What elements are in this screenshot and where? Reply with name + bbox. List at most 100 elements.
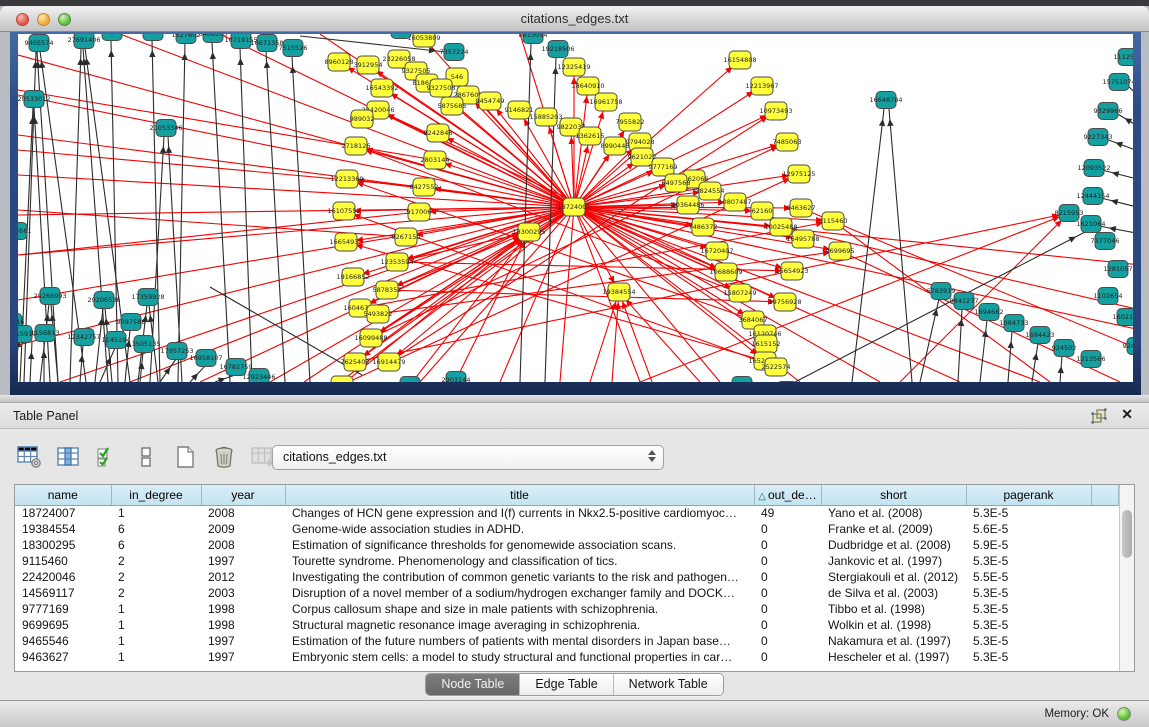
column-header-out_de[interactable]: △out_de… xyxy=(754,485,821,505)
table-cell[interactable]: 19384554 xyxy=(15,521,111,537)
table-cell[interactable]: Embryonic stem cells: a model to study s… xyxy=(285,649,754,665)
table-cell[interactable]: 0 xyxy=(754,617,821,633)
table-cell[interactable]: Disruption of a novel member of a sodium… xyxy=(285,585,754,601)
table-cell[interactable]: Genome-wide association studies in ADHD. xyxy=(285,521,754,537)
table-cell[interactable]: 2008 xyxy=(201,537,285,553)
show-columns-check-icon[interactable] xyxy=(94,444,120,470)
table-cell[interactable]: Stergiakouli et al. (2012) xyxy=(821,569,966,585)
table-cell[interactable]: 2003 xyxy=(201,585,285,601)
table-cell[interactable]: 9465546 xyxy=(15,633,111,649)
table-row[interactable]: 946362711997Embryonic stem cells: a mode… xyxy=(15,649,1119,665)
tab-network-table[interactable]: Network Table xyxy=(614,674,723,695)
table-cell[interactable]: Changes of HCN gene expression and I(f) … xyxy=(285,505,754,521)
table-cell[interactable]: 0 xyxy=(754,537,821,553)
table-cell[interactable]: 9115460 xyxy=(15,553,111,569)
table-row[interactable]: 1938455462009Genome-wide association stu… xyxy=(15,521,1119,537)
table-row[interactable]: 1830029562008Estimation of significance … xyxy=(15,537,1119,553)
table-cell[interactable]: 1 xyxy=(111,505,201,521)
table-cell[interactable]: Nakamura et al. (1997) xyxy=(821,633,966,649)
table-cell[interactable]: 6 xyxy=(111,521,201,537)
table-cell[interactable]: 9463627 xyxy=(15,649,111,665)
table-cell[interactable]: 0 xyxy=(754,553,821,569)
table-cell[interactable]: 5.9E-5 xyxy=(966,537,1091,553)
memory-ok-indicator[interactable] xyxy=(1117,707,1131,721)
table-cell[interactable]: 49 xyxy=(754,505,821,521)
table-cell[interactable]: 2008 xyxy=(201,505,285,521)
table-cell[interactable]: 18724007 xyxy=(15,505,111,521)
row-height-icon[interactable] xyxy=(133,444,159,470)
table-cell[interactable]: 0 xyxy=(754,521,821,537)
table-cell[interactable]: 2 xyxy=(111,553,201,569)
table-cell[interactable]: 1 xyxy=(111,617,201,633)
table-cell[interactable]: 1 xyxy=(111,601,201,617)
table-cell[interactable]: 18300295 xyxy=(15,537,111,553)
table-row[interactable]: 911546021997Tourette syndrome. Phenomeno… xyxy=(15,553,1119,569)
table-cell[interactable]: 0 xyxy=(754,601,821,617)
panel-divider-handle[interactable]: ▲ xyxy=(0,395,1149,403)
table-cell[interactable]: 5.3E-5 xyxy=(966,649,1091,665)
table-cell[interactable]: Jankovic et al. (1997) xyxy=(821,553,966,569)
table-cell[interactable]: 5.3E-5 xyxy=(966,585,1091,601)
column-header-pagerank[interactable]: pagerank xyxy=(966,485,1091,505)
table-cell[interactable]: Estimation of significance thresholds fo… xyxy=(285,537,754,553)
table-cell[interactable]: Wolkin et al. (1998) xyxy=(821,617,966,633)
delete-column-trash-icon[interactable] xyxy=(211,444,237,470)
table-cell[interactable]: 5.5E-5 xyxy=(966,569,1091,585)
table-row[interactable]: 977716911998Corpus callosum shape and si… xyxy=(15,601,1119,617)
table-scrollbar[interactable] xyxy=(1119,485,1134,671)
table-cell[interactable]: Structural magnetic resonance image aver… xyxy=(285,617,754,633)
table-cell[interactable]: 5.6E-5 xyxy=(966,521,1091,537)
network-node[interactable] xyxy=(391,34,411,39)
table-cell[interactable]: 2 xyxy=(111,569,201,585)
table-cell[interactable]: 14569117 xyxy=(15,585,111,601)
table-cell[interactable]: 1998 xyxy=(201,617,285,633)
table-cell[interactable]: 2012 xyxy=(201,569,285,585)
column-header-short[interactable]: short xyxy=(821,485,966,505)
table-cell[interactable]: 0 xyxy=(754,585,821,601)
network-canvas[interactable]: 8960128391295423226058932750581863285461… xyxy=(18,34,1133,382)
table-cell[interactable]: 9777169 xyxy=(15,601,111,617)
scrollbar-thumb[interactable] xyxy=(1122,510,1132,558)
table-selector-dropdown[interactable]: citations_edges.txt xyxy=(272,445,664,470)
table-cell[interactable]: 1 xyxy=(111,633,201,649)
table-cell[interactable]: 0 xyxy=(754,649,821,665)
column-header-in_degree[interactable]: in_degree xyxy=(111,485,201,505)
table-cell[interactable]: 0 xyxy=(754,569,821,585)
column-header-title[interactable]: title xyxy=(285,485,754,505)
table-cell[interactable]: Tibbo et al. (1998) xyxy=(821,601,966,617)
tab-node-table[interactable]: Node Table xyxy=(426,674,520,695)
table-cell[interactable]: 1997 xyxy=(201,633,285,649)
table-cell[interactable]: 1997 xyxy=(201,649,285,665)
table-cell[interactable]: 5.3E-5 xyxy=(966,553,1091,569)
close-panel-icon[interactable]: ✕ xyxy=(1121,406,1133,423)
table-cell[interactable]: 0 xyxy=(754,633,821,649)
table-cell[interactable]: Corpus callosum shape and size in male p… xyxy=(285,601,754,617)
network-node[interactable] xyxy=(777,382,797,383)
select-column-icon[interactable] xyxy=(55,444,81,470)
tab-edge-table[interactable]: Edge Table xyxy=(520,674,613,695)
table-cell[interactable]: 9699695 xyxy=(15,617,111,633)
table-cell[interactable]: Franke et al. (2009) xyxy=(821,521,966,537)
table-row[interactable]: 2242004622012Investigating the contribut… xyxy=(15,569,1119,585)
table-row[interactable]: 1456911722003Disruption of a novel membe… xyxy=(15,585,1119,601)
column-header-year[interactable]: year xyxy=(201,485,285,505)
table-cell[interactable]: 5.3E-5 xyxy=(966,601,1091,617)
table-cell[interactable]: Hescheler et al. (1997) xyxy=(821,649,966,665)
table-row[interactable]: 969969511998Structural magnetic resonanc… xyxy=(15,617,1119,633)
table-cell[interactable]: 5.3E-5 xyxy=(966,633,1091,649)
table-row[interactable]: 1872400712008Changes of HCN gene express… xyxy=(15,505,1119,521)
table-row[interactable]: 946554611997Estimation of the future num… xyxy=(15,633,1119,649)
table-cell[interactable]: 1 xyxy=(111,649,201,665)
table-cell[interactable]: 6 xyxy=(111,537,201,553)
table-cell[interactable]: 2 xyxy=(111,585,201,601)
table-cell[interactable]: Tourette syndrome. Phenomenology and cla… xyxy=(285,553,754,569)
table-cell[interactable]: Dudbridge et al. (2008) xyxy=(821,537,966,553)
table-cell[interactable]: Investigating the contribution of common… xyxy=(285,569,754,585)
table-cell[interactable]: 1997 xyxy=(201,553,285,569)
table-cell[interactable]: 5.3E-5 xyxy=(966,617,1091,633)
table-cell[interactable]: 2009 xyxy=(201,521,285,537)
table-settings-icon[interactable] xyxy=(16,444,42,470)
window-titlebar[interactable]: citations_edges.txt xyxy=(0,6,1149,32)
table-cell[interactable]: 1998 xyxy=(201,601,285,617)
table-cell[interactable]: Yano et al. (2008) xyxy=(821,505,966,521)
